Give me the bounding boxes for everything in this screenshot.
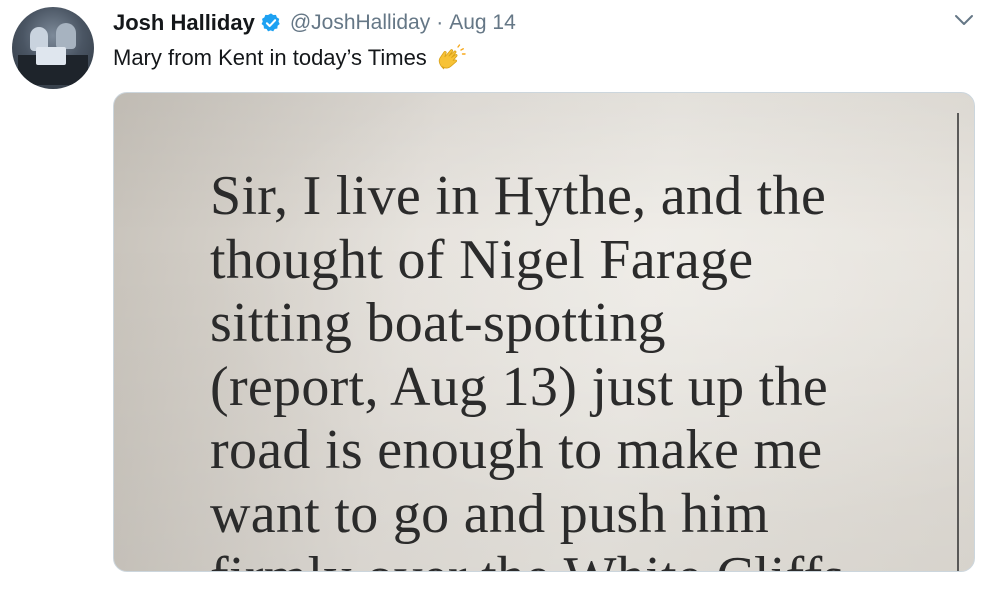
tweet-photo[interactable]: Sir, I live in Hythe, and the thought of… bbox=[113, 92, 975, 572]
letter-line: sitting boat-spotting bbox=[210, 292, 666, 354]
avatar[interactable] bbox=[12, 7, 94, 89]
avatar-screen bbox=[36, 47, 66, 65]
avatar-figure bbox=[56, 23, 76, 49]
tweet-header: Josh Halliday @JoshHalliday · Aug 14 bbox=[113, 8, 516, 38]
tweet-date[interactable]: Aug 14 bbox=[449, 11, 516, 35]
separator-dot: · bbox=[436, 11, 444, 34]
tweet-body: Mary from Kent in today’s Times bbox=[113, 45, 427, 70]
newspaper-letter: Sir, I live in Hythe, and the thought of… bbox=[210, 165, 845, 571]
author-handle[interactable]: @JoshHalliday bbox=[290, 11, 430, 35]
letter-line: Sir, I live in Hythe, and the bbox=[210, 165, 827, 227]
chevron-down-icon[interactable] bbox=[952, 10, 976, 30]
letter-line: firmly over the White Cliffs bbox=[210, 546, 845, 571]
clapping-hands-icon bbox=[435, 44, 467, 72]
tweet-text: Mary from Kent in today’s Times bbox=[113, 44, 467, 72]
author-name[interactable]: Josh Halliday bbox=[113, 10, 255, 36]
column-rule bbox=[957, 113, 959, 571]
verified-badge-icon bbox=[260, 12, 282, 34]
letter-line: thought of Nigel Farage bbox=[210, 228, 754, 291]
letter-line: (report, Aug 13) just up the bbox=[210, 355, 829, 418]
letter-line: want to go and push him bbox=[210, 482, 770, 545]
letter-line: road is enough to make me bbox=[210, 419, 823, 481]
